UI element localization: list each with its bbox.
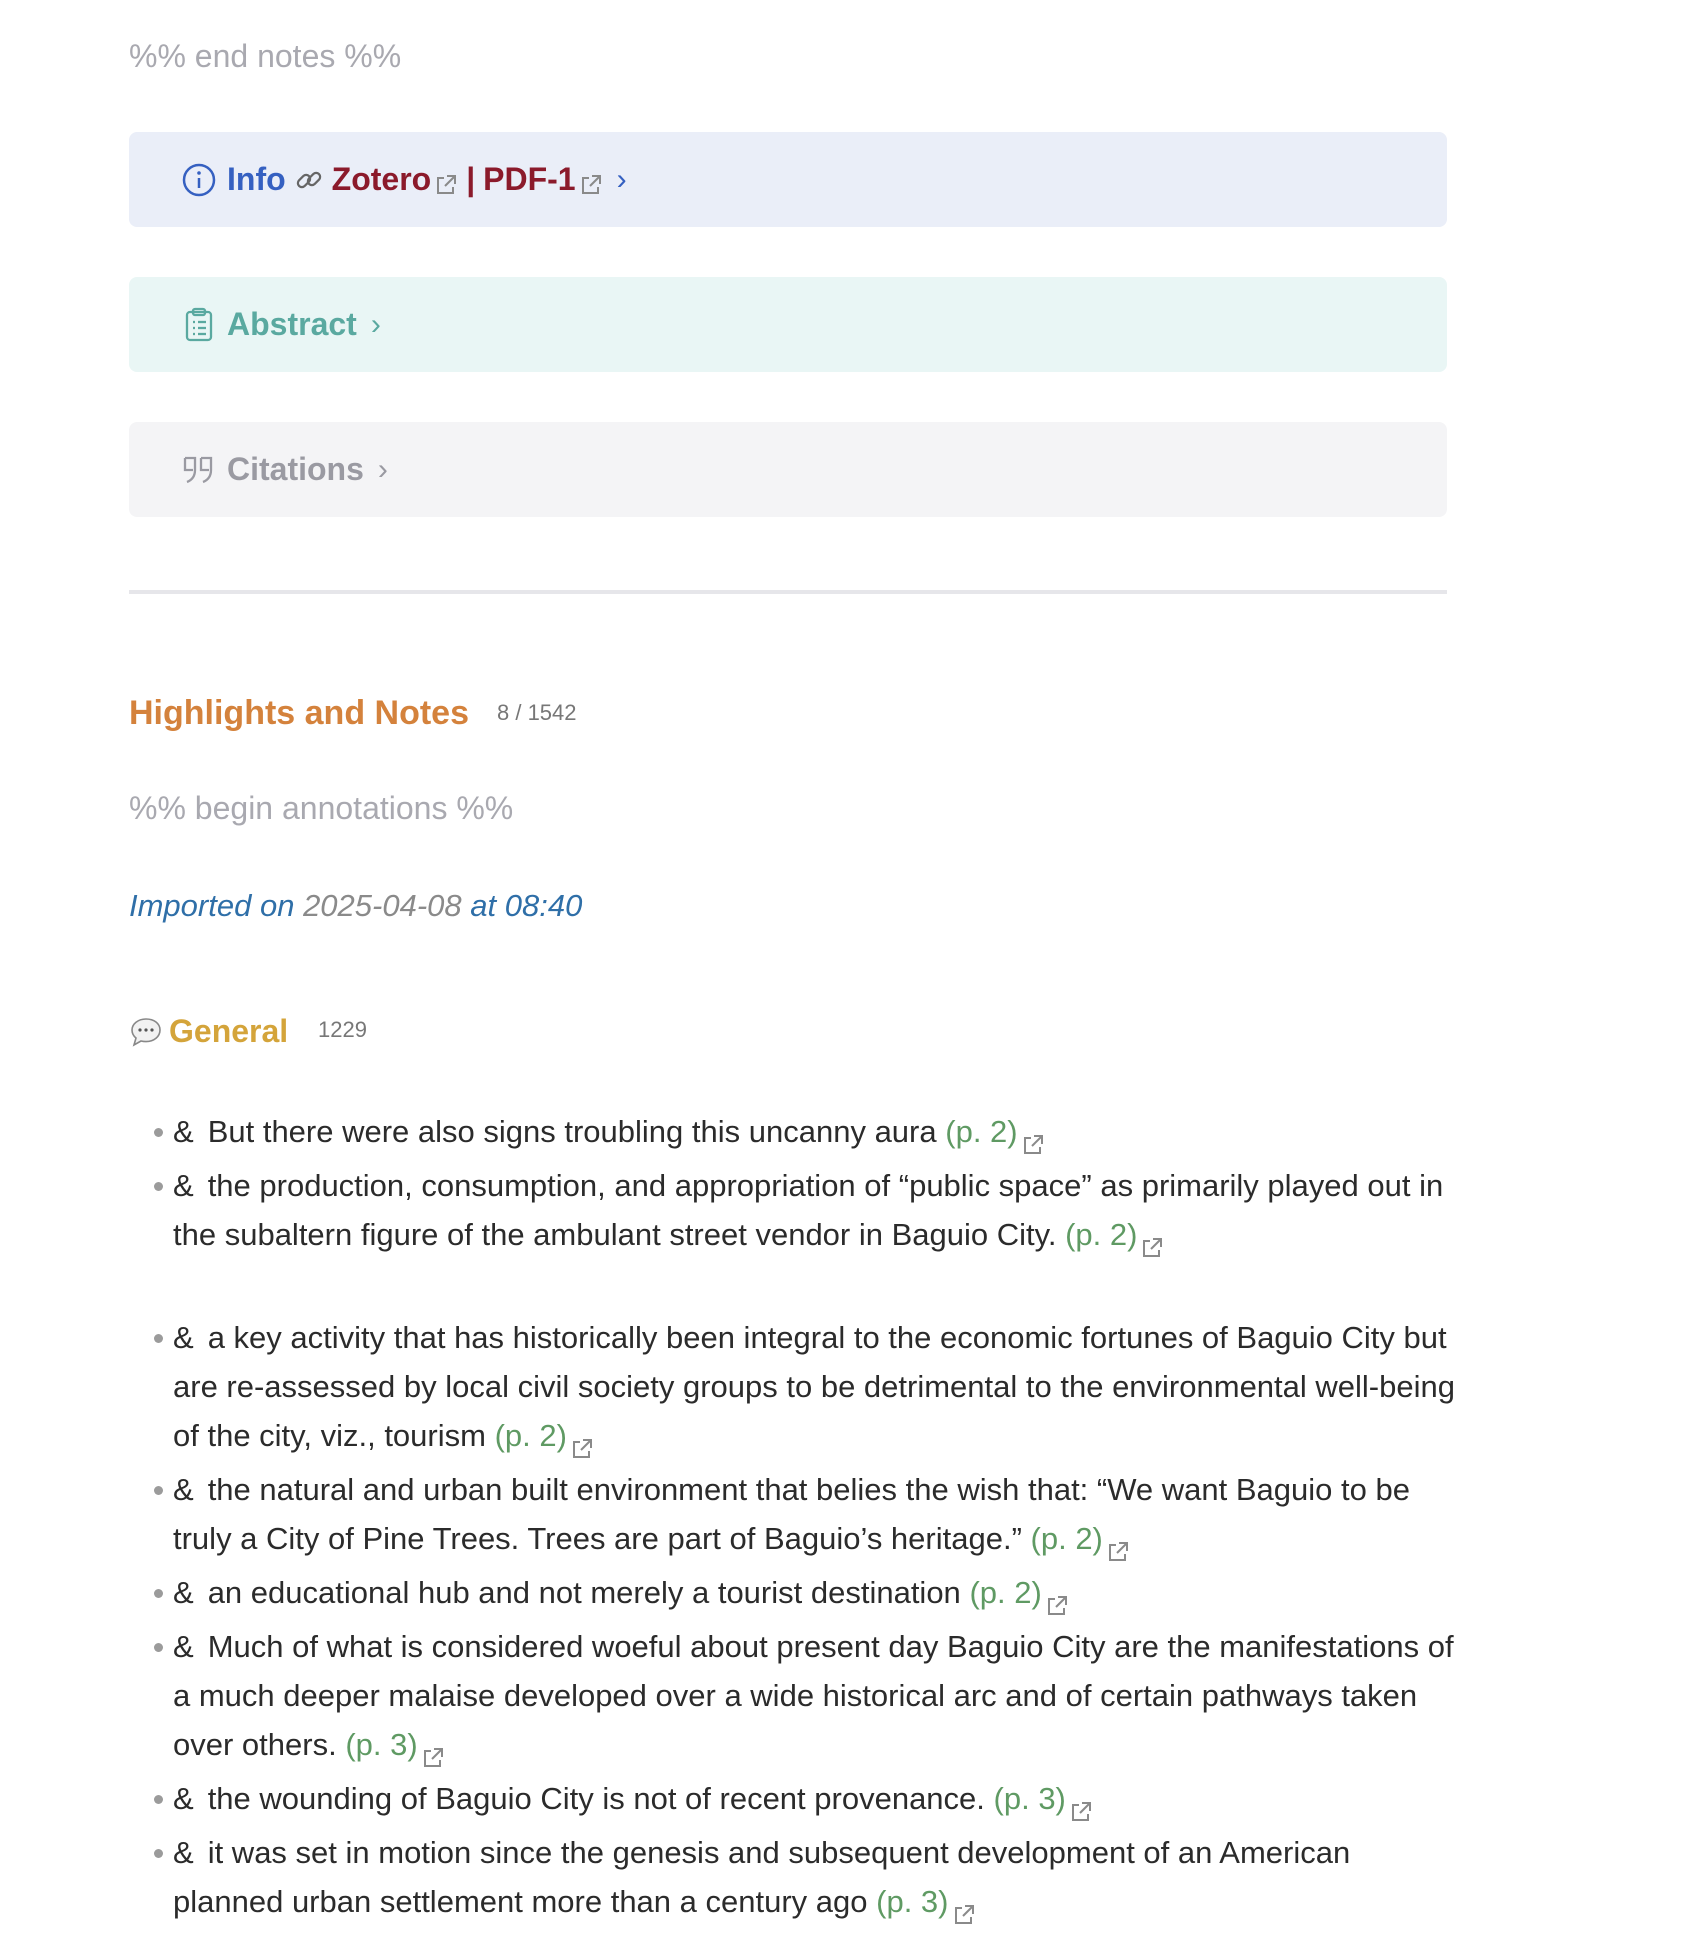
- annotation-text: it was set in motion since the genesis a…: [173, 1835, 1351, 1919]
- page-link[interactable]: (p. 2): [969, 1575, 1041, 1610]
- annotation-text: the natural and urban built environment …: [173, 1472, 1410, 1556]
- external-link-icon[interactable]: [1045, 1583, 1069, 1615]
- chevron-right-icon[interactable]: ›: [617, 163, 627, 197]
- page-link[interactable]: (p. 3): [876, 1884, 948, 1919]
- annotation-item: & a key activity that has historically be…: [129, 1313, 1463, 1460]
- annotation-item: & an educational hub and not merely a tou…: [129, 1568, 1463, 1617]
- imported-time: 08:40: [504, 888, 583, 923]
- info-circle-icon: [181, 162, 217, 198]
- general-heading: General: [129, 1013, 288, 1050]
- link-icon: [294, 165, 324, 195]
- abstract-title: Abstract: [227, 306, 357, 342]
- external-link-icon[interactable]: [421, 1735, 445, 1767]
- page-link[interactable]: (p. 2): [495, 1418, 567, 1453]
- annotation-item: & the production, consumption, and approp…: [129, 1161, 1463, 1259]
- horizontal-divider: [129, 590, 1447, 594]
- page-link[interactable]: (p. 2): [1031, 1521, 1103, 1556]
- annotation-item: & But there were also signs troubling thi…: [129, 1107, 1463, 1156]
- annotation-item: & the natural and urban built environment…: [129, 1465, 1463, 1563]
- citations-callout[interactable]: Citations ›: [129, 422, 1447, 517]
- external-link-icon[interactable]: [1140, 1225, 1164, 1257]
- imported-prefix: Imported on: [129, 888, 295, 923]
- amp-symbol: &: [173, 1835, 194, 1870]
- page-link[interactable]: (p. 3): [994, 1781, 1066, 1816]
- external-link-icon[interactable]: [952, 1892, 976, 1924]
- amp-symbol: &: [173, 1320, 194, 1355]
- amp-symbol: &: [173, 1114, 194, 1149]
- annotation-text: the wounding of Baguio City is not of re…: [207, 1781, 985, 1816]
- highlights-heading: Highlights and Notes: [129, 694, 469, 732]
- general-count: 1229: [318, 1017, 367, 1042]
- link-separator: |: [466, 161, 476, 197]
- page-link[interactable]: (p. 2): [1065, 1217, 1137, 1252]
- external-link-icon[interactable]: [1021, 1122, 1045, 1154]
- annotation-item: & Much of what is considered woeful about…: [129, 1622, 1463, 1769]
- imported-middle: at: [470, 888, 497, 923]
- highlights-count: 8 / 1542: [497, 700, 577, 725]
- speech-bubble-icon: [129, 1016, 163, 1048]
- annotation-list: & But there were also signs troubling thi…: [129, 1107, 1469, 1931]
- clipboard-list-icon: [181, 307, 217, 343]
- annotation-text: a key activity that has historically bee…: [173, 1320, 1455, 1453]
- imported-line: Imported on 2025-04-08 at 08:40: [129, 888, 582, 924]
- begin-annotations-comment: %% begin annotations %%: [129, 790, 514, 826]
- amp-symbol: &: [173, 1168, 194, 1203]
- general-label: General: [169, 1013, 289, 1049]
- info-callout[interactable]: Info Zotero | PDF-1 ›: [129, 132, 1447, 227]
- info-title: Info: [227, 161, 286, 197]
- annotation-text: an educational hub and not merely a tour…: [207, 1575, 961, 1610]
- annotation-text: the production, consumption, and appropr…: [173, 1168, 1444, 1252]
- amp-symbol: &: [173, 1575, 194, 1610]
- quote-icon: [181, 452, 217, 488]
- end-notes-comment: %% end notes %%: [129, 38, 402, 74]
- page-link[interactable]: (p. 2): [945, 1114, 1017, 1149]
- external-link-icon: [579, 168, 603, 194]
- citations-title: Citations: [227, 451, 364, 487]
- external-link-icon[interactable]: [1106, 1529, 1130, 1561]
- annotation-item: & the wounding of Baguio City is not of r…: [129, 1774, 1463, 1823]
- page-link[interactable]: (p. 3): [345, 1727, 417, 1762]
- abstract-callout[interactable]: Abstract ›: [129, 277, 1447, 372]
- amp-symbol: &: [173, 1472, 194, 1507]
- external-link-icon[interactable]: [1069, 1789, 1093, 1821]
- chevron-right-icon[interactable]: ›: [371, 308, 381, 342]
- amp-symbol: &: [173, 1781, 194, 1816]
- imported-date: 2025-04-08: [303, 888, 462, 923]
- annotation-text: But there were also signs troubling this…: [207, 1114, 937, 1149]
- annotation-item: & it was set in motion since the genesis …: [129, 1828, 1463, 1926]
- pdf-link[interactable]: PDF-1: [483, 161, 575, 198]
- external-link-icon[interactable]: [570, 1426, 594, 1458]
- amp-symbol: &: [173, 1629, 194, 1664]
- external-link-icon: [434, 168, 458, 194]
- zotero-link[interactable]: Zotero: [332, 161, 432, 198]
- chevron-right-icon[interactable]: ›: [378, 453, 388, 487]
